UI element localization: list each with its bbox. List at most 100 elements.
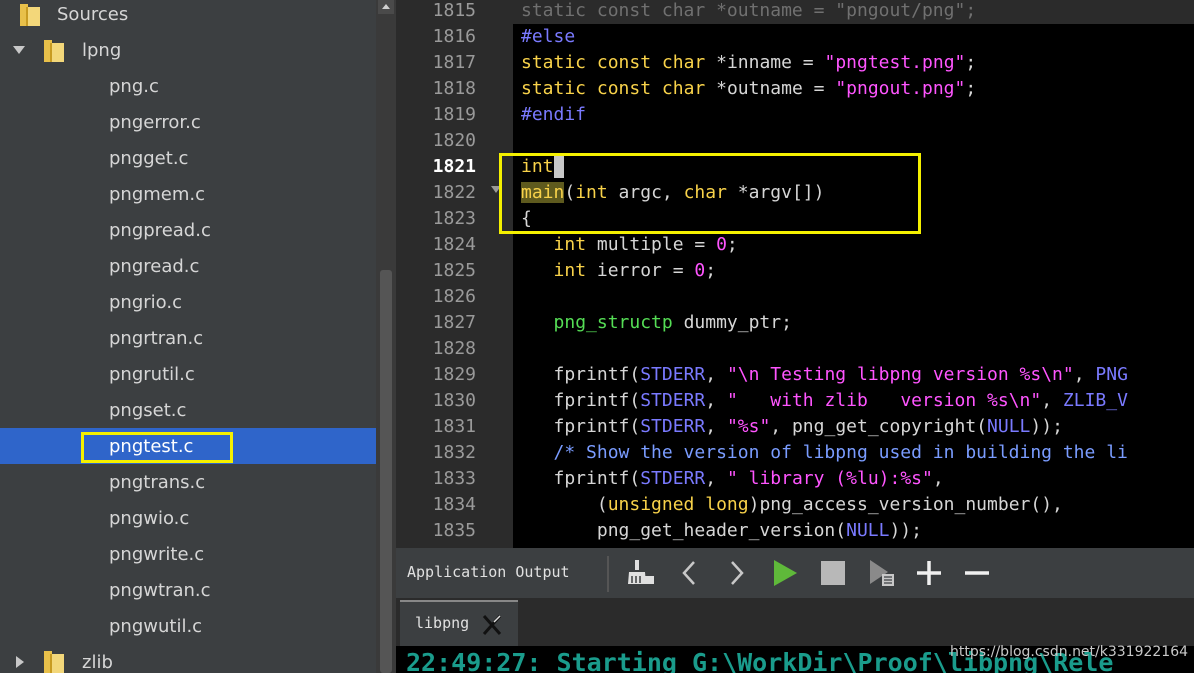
line-number: 1825 — [432, 260, 476, 281]
tree-item-file[interactable]: pngerror.c — [0, 104, 376, 140]
file-name: pngerror.c — [109, 111, 201, 133]
file-name: png.c — [109, 75, 159, 97]
tree-row-zlib[interactable]: zlib — [0, 644, 376, 673]
tree-item-file[interactable]: pngpread.c — [0, 212, 376, 248]
annotation-box-main — [499, 153, 921, 234]
toolbar-separator — [607, 556, 609, 592]
folder-icon — [44, 40, 64, 62]
line-number: 1820 — [432, 130, 476, 151]
chevron-down-icon[interactable] — [13, 46, 25, 54]
tree-row-lpng[interactable]: lpng — [0, 32, 376, 68]
line-number: 1829 — [432, 364, 476, 385]
line-number: 1819 — [432, 104, 476, 125]
line-number: 1822 — [432, 182, 476, 203]
tree-item-file[interactable]: pngtrans.c — [0, 464, 376, 500]
tree-item-file[interactable]: pngset.c — [0, 392, 376, 428]
attach-debugger-icon[interactable] — [866, 558, 896, 588]
tab-libpng[interactable]: libpng — [400, 600, 518, 648]
current-line-number: 1821 — [432, 156, 476, 177]
tree-label-sources: Sources — [57, 3, 129, 25]
close-tab-icon[interactable] — [480, 612, 504, 638]
output-tab-bar: libpng — [396, 598, 1194, 648]
code-line[interactable]: png_get_header_version(NULL)); — [521, 518, 922, 544]
scroll-up-icon[interactable] — [378, 0, 394, 14]
code-line[interactable]: static const char *inname = "pngtest.png… — [521, 50, 976, 76]
tree-item-file[interactable]: pngmem.c — [0, 176, 376, 212]
tree-item-file[interactable]: pngrtran.c — [0, 320, 376, 356]
chevron-right-icon[interactable] — [16, 656, 24, 668]
tree-label-zlib: zlib — [82, 651, 113, 673]
file-name: pngrio.c — [109, 291, 182, 313]
folder-icon — [44, 651, 64, 673]
file-name: pngwio.c — [109, 507, 190, 529]
code-line[interactable]: fprintf(STDERR, " library (%lu):%s", — [521, 466, 944, 492]
tree-item-file[interactable]: pngwio.c — [0, 500, 376, 536]
code-line[interactable]: fprintf(STDERR, " with zlib version %s\n… — [521, 388, 1128, 414]
tree-item-file[interactable]: pngwutil.c — [0, 608, 376, 644]
line-number: 1818 — [432, 78, 476, 99]
line-number: 1834 — [432, 494, 476, 515]
file-name: pngget.c — [109, 147, 189, 169]
tab-label: libpng — [415, 614, 470, 632]
tree-item-file[interactable]: pngrio.c — [0, 284, 376, 320]
tree-item-file[interactable]: pngread.c — [0, 248, 376, 284]
annotation-box-file — [81, 432, 233, 463]
line-number: 1835 — [432, 520, 476, 541]
file-name: pngmem.c — [109, 183, 206, 205]
tree-item-file[interactable]: pngrutil.c — [0, 356, 376, 392]
project-tree[interactable]: Sources lpng png.c pngerror.c pngget.c p… — [0, 0, 376, 673]
file-name: pngwrite.c — [109, 543, 205, 565]
file-name: pngtrans.c — [109, 471, 206, 493]
zoom-in-icon[interactable] — [914, 558, 944, 588]
tree-item-file[interactable]: pngwrite.c — [0, 536, 376, 572]
file-name: pngwutil.c — [109, 615, 203, 637]
file-name: pngpread.c — [109, 219, 211, 241]
stop-icon[interactable] — [818, 558, 848, 588]
line-number: 1816 — [432, 26, 476, 47]
code-line[interactable]: fprintf(STDERR, "%s", png_get_copyright(… — [521, 414, 1063, 440]
code-line[interactable]: #else — [521, 24, 575, 50]
next-icon[interactable] — [722, 558, 752, 588]
tree-item-file[interactable]: pngget.c — [0, 140, 376, 176]
sources-folder-icon — [20, 4, 40, 26]
line-number: 1827 — [432, 312, 476, 333]
previous-icon[interactable] — [674, 558, 704, 588]
scrollbar-thumb[interactable] — [380, 270, 392, 673]
line-number: 1826 — [432, 286, 476, 307]
clear-output-icon[interactable] — [626, 558, 656, 588]
line-number: 1828 — [432, 338, 476, 359]
code-line[interactable]: static const char *outname = "pngout/png… — [521, 0, 976, 24]
file-name: pngrutil.c — [109, 363, 195, 385]
tree-item-file[interactable]: pngwtran.c — [0, 572, 376, 608]
output-toolbar: Application Output — [396, 548, 1194, 598]
file-name: pngrtran.c — [109, 327, 204, 349]
watermark-text: https://blog.csdn.net/k331922164 — [950, 644, 1189, 660]
tree-label-lpng: lpng — [82, 39, 122, 61]
line-number: 1831 — [432, 416, 476, 437]
line-number: 1824 — [432, 234, 476, 255]
code-line[interactable]: png_structp dummy_ptr; — [521, 310, 792, 336]
code-line[interactable]: /* Show the version of libpng used in bu… — [521, 440, 1128, 466]
file-name: pngread.c — [109, 255, 200, 277]
line-number: 1823 — [432, 208, 476, 229]
code-line[interactable]: int multiple = 0; — [521, 232, 738, 258]
code-line[interactable]: static const char *outname = "pngout.png… — [521, 76, 976, 102]
file-name: pngwtran.c — [109, 579, 211, 601]
file-name: pngset.c — [109, 399, 187, 421]
code-line[interactable]: int ierror = 0; — [521, 258, 717, 284]
tree-row-sources[interactable]: Sources — [0, 0, 376, 32]
sidebar-scrollbar[interactable] — [376, 0, 396, 673]
code-line[interactable]: fprintf(STDERR, "\n Testing libpng versi… — [521, 362, 1128, 388]
code-line[interactable]: #endif — [521, 102, 586, 128]
code-line[interactable]: (unsigned long)png_access_version_number… — [521, 492, 1063, 518]
run-icon[interactable] — [770, 558, 800, 588]
code-editor[interactable]: 1815 1816 1817 1818 1819 1820 1821 1822 … — [396, 0, 1194, 548]
tree-item-file[interactable]: png.c — [0, 68, 376, 104]
line-number: 1817 — [432, 52, 476, 73]
line-number: 1830 — [432, 390, 476, 411]
line-number: 1833 — [432, 468, 476, 489]
output-panel-title: Application Output — [407, 563, 570, 581]
line-number: 1832 — [432, 442, 476, 463]
line-number: 1815 — [432, 0, 476, 21]
zoom-out-icon[interactable] — [962, 558, 992, 588]
